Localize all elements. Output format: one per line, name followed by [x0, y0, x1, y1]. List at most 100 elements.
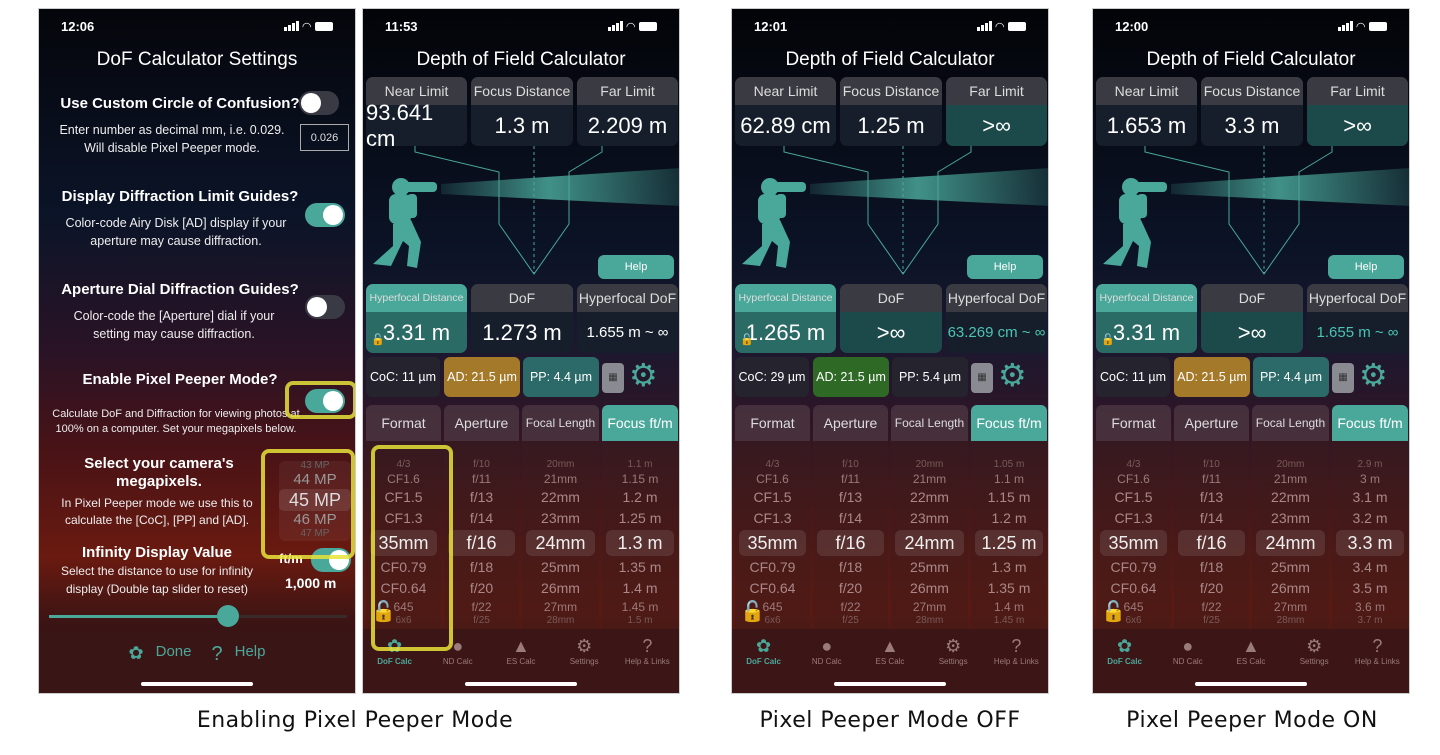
format-column-header[interactable]: Format: [1096, 405, 1171, 441]
near-limit-value: 93.641 cm: [366, 100, 467, 146]
far-limit-value: >∞: [1307, 105, 1408, 146]
coc-readout: CoC: 29 µm: [735, 357, 809, 397]
wheel-option: 4/3: [765, 459, 780, 470]
custom-coc-toggle[interactable]: [299, 91, 339, 115]
coc-input[interactable]: 0.026: [300, 124, 349, 151]
hyperfocal-dof-card[interactable]: Hyperfocal DoF 1.655 m ~ ∞: [577, 284, 678, 353]
tab-dof-calc[interactable]: ✿ DoF Calc: [1094, 635, 1156, 693]
calculator-icon[interactable]: ▦: [602, 363, 624, 393]
far-limit-card[interactable]: Far Limit >∞: [946, 77, 1047, 146]
far-limit-card[interactable]: Far Limit 2.209 m: [577, 77, 678, 146]
hyperfocal-dof-value: 1.655 m ~ ∞: [577, 312, 678, 353]
wheel-option: 3.5 m: [1352, 580, 1388, 596]
focus-column-header[interactable]: Focus ft/m: [971, 405, 1047, 441]
focus-column-header[interactable]: Focus ft/m: [602, 405, 678, 441]
far-limit-card[interactable]: Far Limit >∞: [1307, 77, 1408, 146]
calculator-icon[interactable]: ▦: [1332, 363, 1354, 393]
wheel-option: 23mm: [910, 510, 949, 526]
status-bar: 12:00 ◠: [1093, 9, 1409, 43]
focus-distance-card[interactable]: Focus Distance 1.25 m: [840, 77, 942, 146]
gears-icon[interactable]: ⚙: [998, 355, 1027, 395]
focus-wheel[interactable]: 1.1 m 1.15 m 1.2 m 1.25 m 1.3 m 1.35 m 1.4 m 1.…: [602, 459, 678, 627]
tab-help-links[interactable]: ? Help & Links: [985, 635, 1047, 693]
status-time: 12:01: [754, 18, 788, 34]
focal-length-wheel[interactable]: 20mm 21mm 22mm 23mm 24mm 25mm 26mm 27mm 28mm: [1252, 459, 1329, 627]
lock-open-icon[interactable]: 🔓: [1101, 599, 1126, 624]
near-limit-card[interactable]: Near Limit 1.653 m: [1096, 77, 1197, 146]
wheel-option: 35mm: [1100, 530, 1167, 556]
home-indicator: [834, 682, 946, 686]
diffraction-guides-desc: Color-code Airy Disk [AD] display if you…: [65, 216, 287, 248]
lock-open-icon[interactable]: 🔓: [371, 333, 385, 346]
aperture-column-header[interactable]: Aperture: [1174, 405, 1249, 441]
tab-help-links[interactable]: ? Help & Links: [1346, 635, 1408, 693]
wheel-option: CF1.6: [1117, 472, 1150, 486]
near-limit-card[interactable]: Near Limit 62.89 cm: [735, 77, 836, 146]
airy-disk-readout: AD: 21.5 µm: [444, 357, 520, 397]
hyperfocal-dof-card[interactable]: Hyperfocal DoF 1.655 m ~ ∞: [1307, 284, 1408, 353]
aperture-wheel[interactable]: f/10 f/11 f/13 f/14 f/16 f/18 f/20 f/22 f/25: [813, 459, 888, 627]
lock-open-icon[interactable]: 🔓: [1101, 333, 1115, 346]
done-button[interactable]: Done: [156, 643, 192, 660]
focus-distance-value: 3.3 m: [1201, 105, 1303, 146]
wheel-option: 1.35 m: [987, 580, 1031, 596]
focus-column-header[interactable]: Focus ft/m: [1332, 405, 1408, 441]
wheel-option: CF0.79: [1110, 559, 1157, 575]
wheel-option: f/18: [1199, 559, 1224, 575]
status-bar: 12:06 ◠: [39, 9, 355, 43]
aperture-column-header[interactable]: Aperture: [444, 405, 519, 441]
card-label: Focus Distance: [1201, 77, 1303, 105]
wheel-option: 1.2 m: [622, 489, 658, 505]
wheel-option: 24mm: [1256, 530, 1325, 556]
tab-help-links[interactable]: ? Help & Links: [616, 635, 678, 693]
help-button[interactable]: Help: [967, 255, 1043, 279]
pixel-peeper-desc: Calculate DoF and Diffraction for viewin…: [52, 408, 300, 435]
focus-distance-card[interactable]: Focus Distance 1.3 m: [471, 77, 573, 146]
wheel-option: 20mm: [915, 459, 944, 470]
wifi-icon: ◠: [302, 20, 311, 33]
infinity-slider[interactable]: [49, 605, 347, 627]
focal-length-column-header[interactable]: Focal Length: [522, 405, 599, 441]
wheel-option: 21mm: [1273, 472, 1308, 486]
focus-wheel[interactable]: 1.05 m 1.1 m 1.15 m 1.2 m 1.25 m 1.3 m 1.35 m 1…: [971, 459, 1047, 627]
aperture-wheel[interactable]: f/10 f/11 f/13 f/14 f/16 f/18 f/20 f/22 f/25: [1174, 459, 1249, 627]
help-button[interactable]: Help: [1328, 255, 1404, 279]
near-limit-card[interactable]: Near Limit 93.641 cm: [366, 77, 467, 146]
dof-card[interactable]: DoF 1.273 m: [471, 284, 573, 353]
focus-wheel[interactable]: 2.9 m 3 m 3.1 m 3.2 m 3.3 m 3.4 m 3.5 m 3.6 m 3.…: [1332, 459, 1408, 627]
aperture-wheel[interactable]: f/10 f/11 f/13 f/14 f/16 f/18 f/20 f/22 f/25: [444, 459, 519, 627]
aperture-dial-toggle[interactable]: [305, 295, 345, 319]
wheel-option: f/13: [469, 489, 494, 505]
focus-distance-card[interactable]: Focus Distance 3.3 m: [1201, 77, 1303, 146]
aperture-dial-heading: Aperture Dial Diffraction Guides?: [61, 281, 299, 298]
focal-length-column-header[interactable]: Focal Length: [1252, 405, 1329, 441]
lock-open-icon[interactable]: 🔓: [740, 599, 765, 624]
aperture-column-header[interactable]: Aperture: [813, 405, 888, 441]
slider-thumb[interactable]: [216, 605, 239, 627]
help-button[interactable]: Help: [598, 255, 674, 279]
diffraction-guides-toggle[interactable]: [305, 203, 345, 227]
focal-length-wheel[interactable]: 20mm 21mm 22mm 23mm 24mm 25mm 26mm 27mm 28mm: [891, 459, 968, 627]
wheel-option: 1.25 m: [975, 530, 1043, 556]
photographer-icon: [1103, 178, 1167, 268]
help-button[interactable]: Help: [235, 643, 266, 660]
gears-icon[interactable]: ⚙: [629, 355, 658, 395]
dof-card[interactable]: DoF >∞: [840, 284, 942, 353]
calculator-icon[interactable]: ▦: [971, 363, 993, 393]
tab-label: DoF Calc: [377, 657, 412, 666]
hyperfocal-dof-card[interactable]: Hyperfocal DoF 63.269 cm ~ ∞: [946, 284, 1047, 353]
wheel-option: f/10: [1203, 459, 1220, 470]
wheel-option: 1.45 m: [621, 600, 659, 614]
wheel-option: 1.1 m: [993, 472, 1024, 486]
format-column-header[interactable]: Format: [735, 405, 810, 441]
focal-length-column-header[interactable]: Focal Length: [891, 405, 968, 441]
focal-length-wheel[interactable]: 20mm 21mm 22mm 23mm 24mm 25mm 26mm 27mm 28mm: [522, 459, 599, 627]
card-label: Hyperfocal DoF: [577, 284, 678, 312]
lock-open-icon[interactable]: 🔓: [740, 333, 754, 346]
dof-card[interactable]: DoF >∞: [1201, 284, 1303, 353]
format-column-header[interactable]: Format: [366, 405, 441, 441]
gears-icon[interactable]: ⚙: [1359, 355, 1388, 395]
wheel-option: f/11: [471, 472, 492, 486]
tab-dof-calc[interactable]: ✿ DoF Calc: [733, 635, 795, 693]
tab-label: Settings: [1299, 657, 1329, 666]
